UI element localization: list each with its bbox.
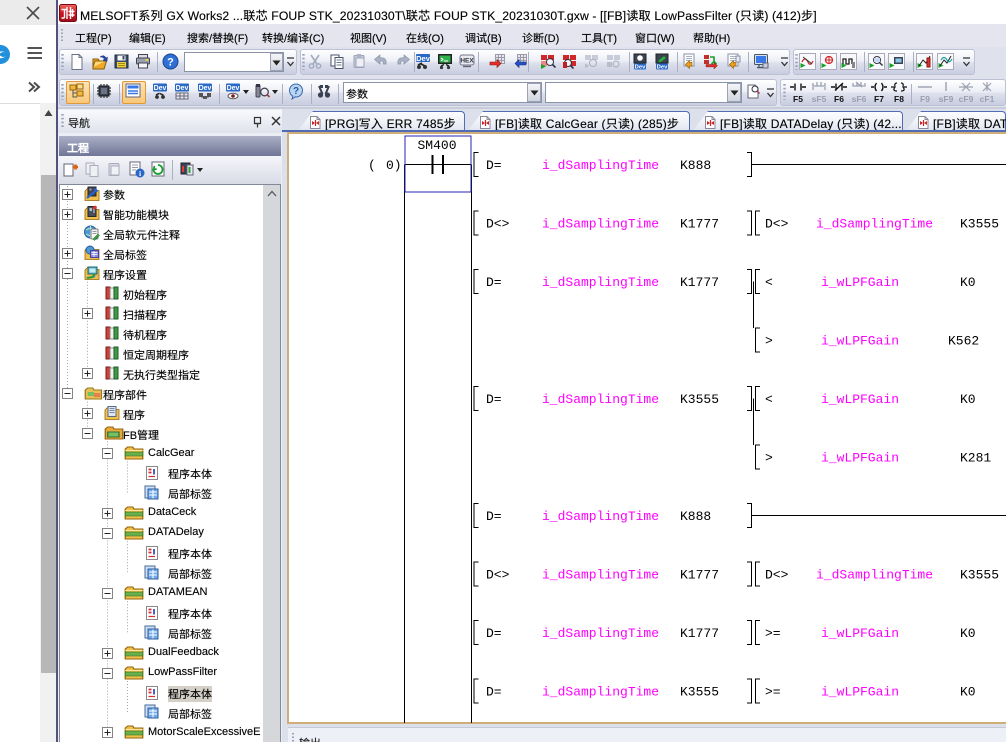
svg-text:Dev: Dev [416, 54, 431, 63]
svg-text:i_dSamplingTime: i_dSamplingTime [542, 275, 659, 290]
svg-text:D=: D= [486, 158, 502, 173]
svg-text:>=: >= [765, 685, 781, 700]
svg-text:?: ? [293, 86, 299, 97]
svg-text:D<>: D<> [486, 568, 510, 583]
svg-text:K1777: K1777 [680, 275, 719, 290]
svg-text:i_dSamplingTime: i_dSamplingTime [542, 392, 659, 407]
svg-text:Dev: Dev [199, 85, 212, 92]
svg-text:cF9: cF9 [959, 94, 974, 103]
svg-text:i_dSamplingTime: i_dSamplingTime [542, 568, 659, 583]
svg-text:F7: F7 [874, 94, 884, 103]
svg-text:F9: F9 [920, 94, 930, 103]
svg-text:D<>: D<> [765, 217, 789, 232]
svg-text:>: > [765, 334, 773, 349]
svg-text:<: < [765, 275, 773, 290]
svg-text:D=: D= [486, 392, 502, 407]
svg-text:i_dSamplingTime: i_dSamplingTime [542, 685, 659, 700]
svg-text:K0: K0 [960, 685, 976, 700]
svg-text:K562: K562 [948, 334, 979, 349]
svg-text:D=: D= [486, 275, 502, 290]
svg-text:sF6: sF6 [852, 94, 867, 103]
svg-text:Dev: Dev [176, 85, 189, 92]
svg-text:sF9: sF9 [939, 94, 954, 103]
svg-text:K888: K888 [680, 509, 711, 524]
svg-text:i_wLPFGain: i_wLPFGain [821, 685, 899, 700]
svg-text:F8: F8 [894, 94, 904, 103]
svg-text:F5: F5 [793, 94, 803, 103]
svg-text:i_dSamplingTime: i_dSamplingTime [542, 158, 659, 173]
svg-text:>: > [765, 451, 773, 466]
svg-text:K888: K888 [680, 158, 711, 173]
svg-text:i: i [139, 169, 141, 178]
svg-text:K3555: K3555 [680, 685, 719, 700]
svg-text:i_dSamplingTime: i_dSamplingTime [542, 626, 659, 641]
svg-text:D=: D= [486, 685, 502, 700]
svg-text:Dev: Dev [154, 85, 167, 92]
svg-text:0): 0) [386, 158, 402, 173]
svg-text:i_wLPFGain: i_wLPFGain [821, 275, 899, 290]
svg-text:i_dSamplingTime: i_dSamplingTime [542, 217, 659, 232]
svg-text:<: < [765, 392, 773, 407]
svg-text:K3555: K3555 [960, 568, 999, 583]
svg-text:i_wLPFGain: i_wLPFGain [821, 392, 899, 407]
svg-text:K281: K281 [960, 451, 991, 466]
svg-text:Dev: Dev [635, 65, 646, 71]
svg-text:K3555: K3555 [680, 392, 719, 407]
svg-text:K1777: K1777 [680, 626, 719, 641]
svg-text:K0: K0 [960, 275, 976, 290]
svg-text:>=: >= [765, 626, 781, 641]
svg-text:i_wLPFGain: i_wLPFGain [821, 626, 899, 641]
svg-text:?: ? [167, 57, 174, 69]
svg-text:sF5: sF5 [812, 94, 827, 103]
svg-text:i_wLPFGain: i_wLPFGain [821, 334, 899, 349]
svg-text:Dev: Dev [227, 85, 240, 92]
svg-text:K1777: K1777 [680, 568, 719, 583]
svg-text:SM400: SM400 [417, 138, 456, 153]
svg-text:i_dSamplingTime: i_dSamplingTime [542, 509, 659, 524]
svg-text:i_dSamplingTime: i_dSamplingTime [816, 217, 933, 232]
svg-text:cF1: cF1 [980, 94, 995, 103]
svg-text:K1777: K1777 [680, 217, 719, 232]
svg-text:K0: K0 [960, 626, 976, 641]
svg-text:K0: K0 [960, 392, 976, 407]
svg-text:K3555: K3555 [960, 217, 999, 232]
svg-text:D<>: D<> [765, 568, 789, 583]
svg-text:HEX: HEX [460, 58, 474, 65]
svg-text:F6: F6 [834, 94, 844, 103]
svg-text:Dev: Dev [657, 65, 668, 71]
svg-text:i_wLPFGain: i_wLPFGain [821, 451, 899, 466]
svg-text:D=: D= [486, 509, 502, 524]
svg-text:(: ( [368, 158, 376, 173]
svg-text:D=: D= [486, 626, 502, 641]
svg-text:D<>: D<> [486, 217, 510, 232]
svg-text:i_dSamplingTime: i_dSamplingTime [816, 568, 933, 583]
